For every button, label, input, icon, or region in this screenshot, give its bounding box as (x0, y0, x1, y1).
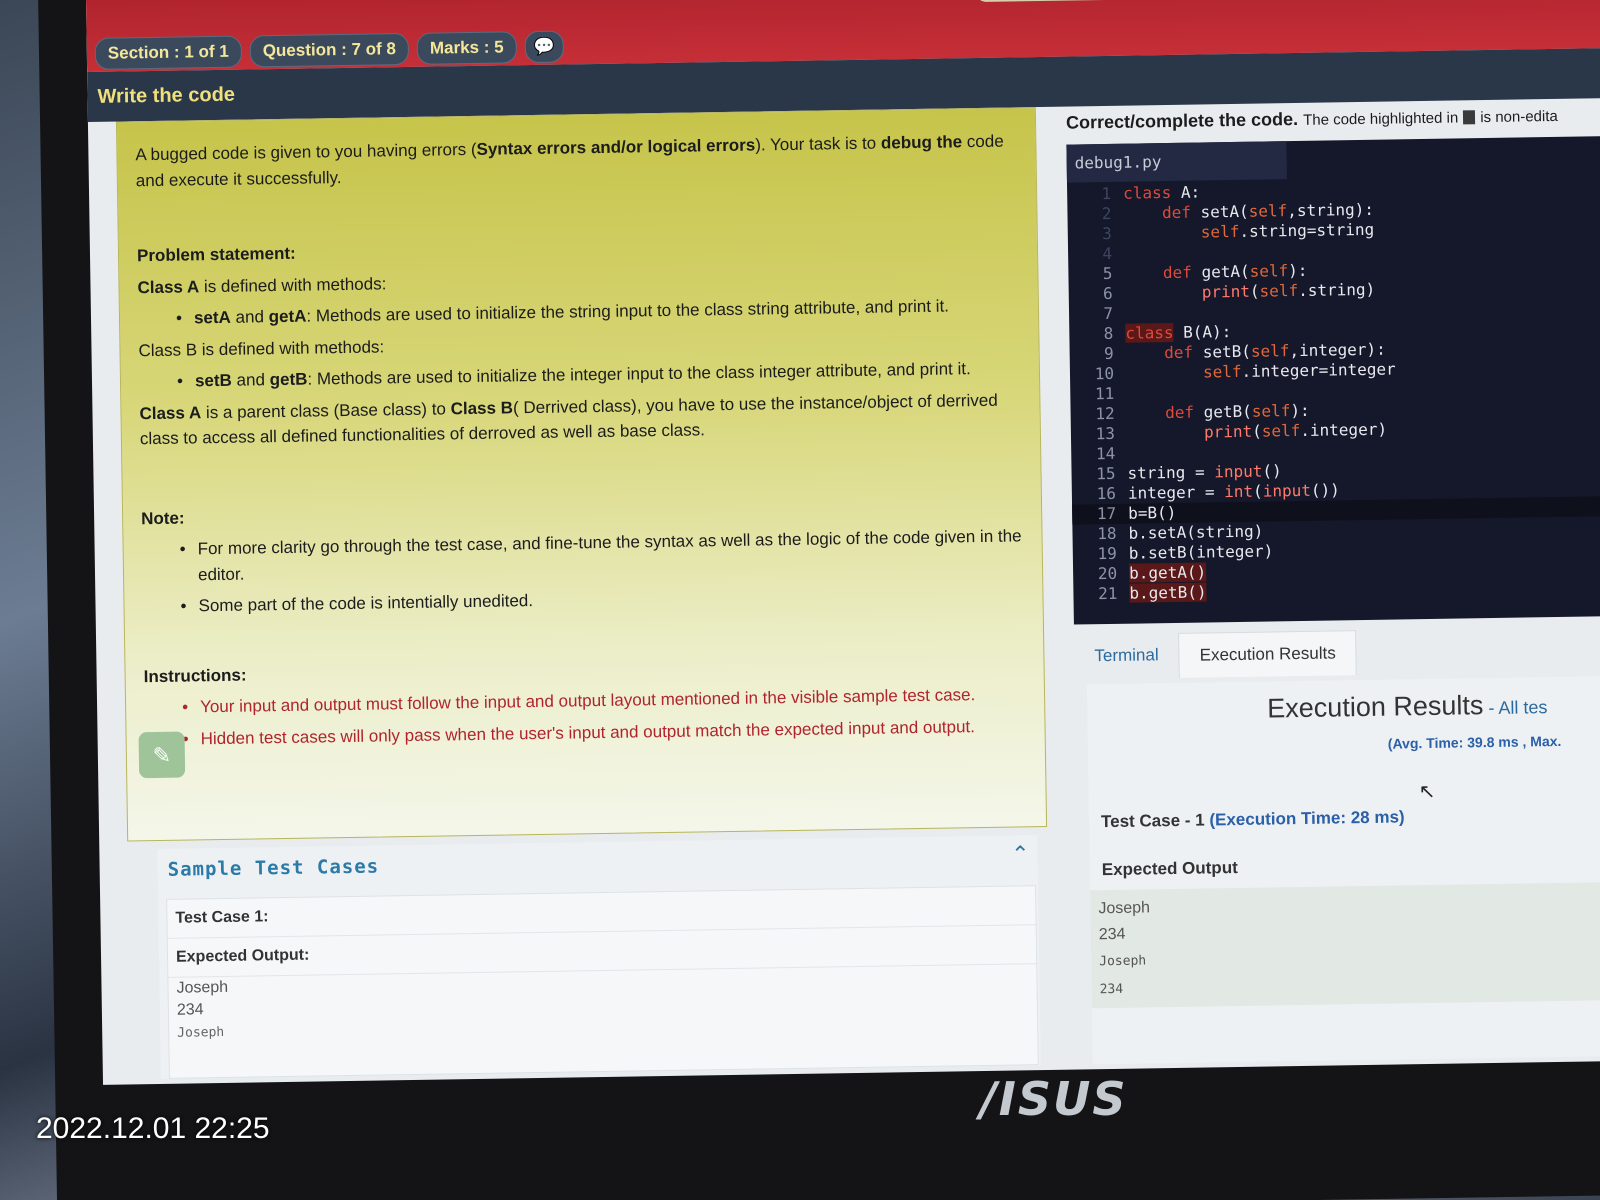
code-editor[interactable]: debug1.py 1 class A: 2 def setA(self,strin… (1066, 136, 1600, 625)
note-item: Some part of the code is intentially une… (180, 580, 1024, 619)
code-text[interactable]: self.string=string (1124, 220, 1375, 244)
line-number: 12 (1095, 403, 1115, 424)
photo-timestamp: 2022.12.01 22:25 (36, 1112, 270, 1145)
execution-results-title: Execution Results - All tes (1267, 690, 1548, 724)
code-text[interactable]: b.setA(string) (1128, 522, 1263, 544)
code-text[interactable]: b.setB(integer) (1129, 541, 1274, 563)
top-notch (975, 0, 1127, 3)
line-number: 8 (1103, 323, 1114, 344)
line-number: 10 (1094, 363, 1115, 384)
note-item: For more clarity go through the test cas… (179, 523, 1024, 587)
sample-test-cases-title: Sample Test Cases (167, 855, 380, 881)
parent-class-text: Class A is a parent class (Base class) t… (139, 390, 998, 449)
code-text[interactable]: b.getB() (1129, 582, 1207, 603)
line-number: 16 (1096, 483, 1117, 504)
highlight-swatch (1463, 110, 1476, 125)
code-text[interactable]: b=B() (1128, 503, 1176, 524)
line-number: 6 (1102, 283, 1113, 304)
problem-intro: A bugged code is given to you having err… (135, 131, 1004, 190)
mouse-cursor-icon: ↖ (1418, 780, 1436, 804)
code-text[interactable]: class B(A): (1125, 322, 1231, 344)
line-number: 14 (1095, 443, 1116, 464)
code-text[interactable]: print(self.integer) (1127, 420, 1387, 444)
pencil-icon[interactable]: ✎ (138, 731, 186, 779)
line-number: 11 (1094, 383, 1115, 404)
line-number: 15 (1096, 463, 1116, 484)
instruction-item: Hidden test cases will only pass when th… (182, 713, 1026, 752)
code-text[interactable]: integer = int(input()) (1128, 480, 1340, 503)
problem-description-panel: A bugged code is given to you having err… (115, 107, 1048, 842)
line-number: 18 (1097, 523, 1117, 544)
line-number: 2 (1101, 203, 1112, 224)
section-badge[interactable]: Section : 1 of 1 (94, 35, 243, 70)
line-number: 4 (1102, 243, 1113, 264)
marks-badge: Marks : 5 (416, 31, 517, 65)
line-number: 9 (1103, 343, 1114, 364)
line-number: 19 (1097, 543, 1117, 564)
code-area[interactable]: 1 class A: 2 def setA(self,string): 3 self.… (1067, 176, 1600, 604)
code-text[interactable]: b.getA() (1128, 562, 1207, 583)
output-tabs: Terminal Execution Results (1074, 630, 1358, 680)
test-case-heading: Test Case - 1 (Execution Time: 28 ms) (1100, 807, 1405, 832)
line-number: 13 (1095, 423, 1116, 444)
line-number: 1 (1101, 183, 1112, 204)
brand-logo: /ISUS (980, 1072, 1128, 1126)
chevron-up-icon[interactable]: ⌃ (1011, 841, 1030, 867)
expected-output-label: Expected Output (1101, 858, 1238, 880)
question-badge[interactable]: Question : 7 of 8 (249, 32, 410, 68)
sample-case-box: Test Case 1: Expected Output: Joseph 234… (166, 885, 1039, 1079)
code-text[interactable]: string = input() (1127, 461, 1281, 483)
code-text[interactable]: class A: (1123, 183, 1200, 204)
laptop-screen: Section : 1 of 1 Question : 7 of 8 Marks… (86, 0, 1600, 1085)
code-text[interactable]: self.integer=integer (1126, 359, 1396, 383)
editor-heading: Correct/complete the code. The code high… (1065, 107, 1558, 133)
line-number: 7 (1103, 303, 1114, 324)
line-number: 5 (1102, 263, 1113, 284)
chat-icon[interactable]: 💬 (524, 30, 565, 64)
line-number: 3 (1102, 223, 1112, 244)
editor-file-tab[interactable]: debug1.py (1066, 141, 1287, 183)
execution-results-panel: Execution Results - All tes (Avg. Time: … (1086, 676, 1600, 1065)
line-number: 21 (1098, 583, 1118, 604)
header-pills: Section : 1 of 1 Question : 7 of 8 Marks… (94, 30, 565, 70)
expected-output-box: Joseph 234 Joseph 234 (1090, 882, 1600, 1009)
line-number: 20 (1097, 563, 1118, 584)
code-text[interactable]: print(self.string) (1125, 280, 1376, 304)
tab-execution-results[interactable]: Execution Results (1178, 630, 1358, 678)
average-time: (Avg. Time: 39.8 ms , Max. (1387, 732, 1562, 752)
question-title: Write the code (97, 83, 236, 108)
line-number: 17 (1096, 503, 1117, 524)
tab-terminal[interactable]: Terminal (1074, 633, 1179, 680)
sample-test-cases: Sample Test Cases ⌃ Test Case 1: Expecte… (157, 835, 1041, 1079)
